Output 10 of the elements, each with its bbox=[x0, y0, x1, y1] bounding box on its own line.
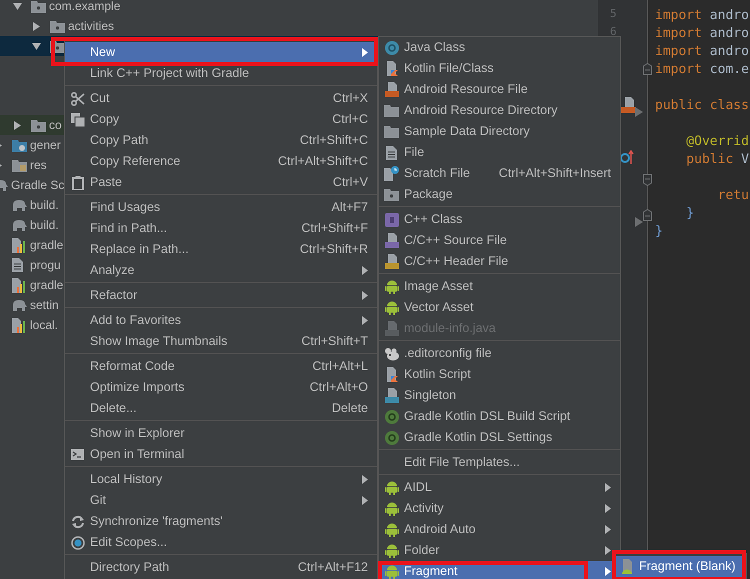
code-line: } bbox=[655, 223, 664, 241]
code-line: retu bbox=[716, 187, 750, 205]
code-line: } bbox=[685, 205, 696, 223]
code-line: import andro bbox=[655, 25, 750, 43]
code-line: import andro bbox=[655, 43, 750, 61]
code-line: public class bbox=[655, 97, 750, 115]
code-line: public V bbox=[685, 151, 750, 169]
code-line: import andro bbox=[655, 7, 750, 25]
code-line: import com.e bbox=[655, 61, 750, 79]
code-line: @Overrid bbox=[685, 133, 750, 151]
